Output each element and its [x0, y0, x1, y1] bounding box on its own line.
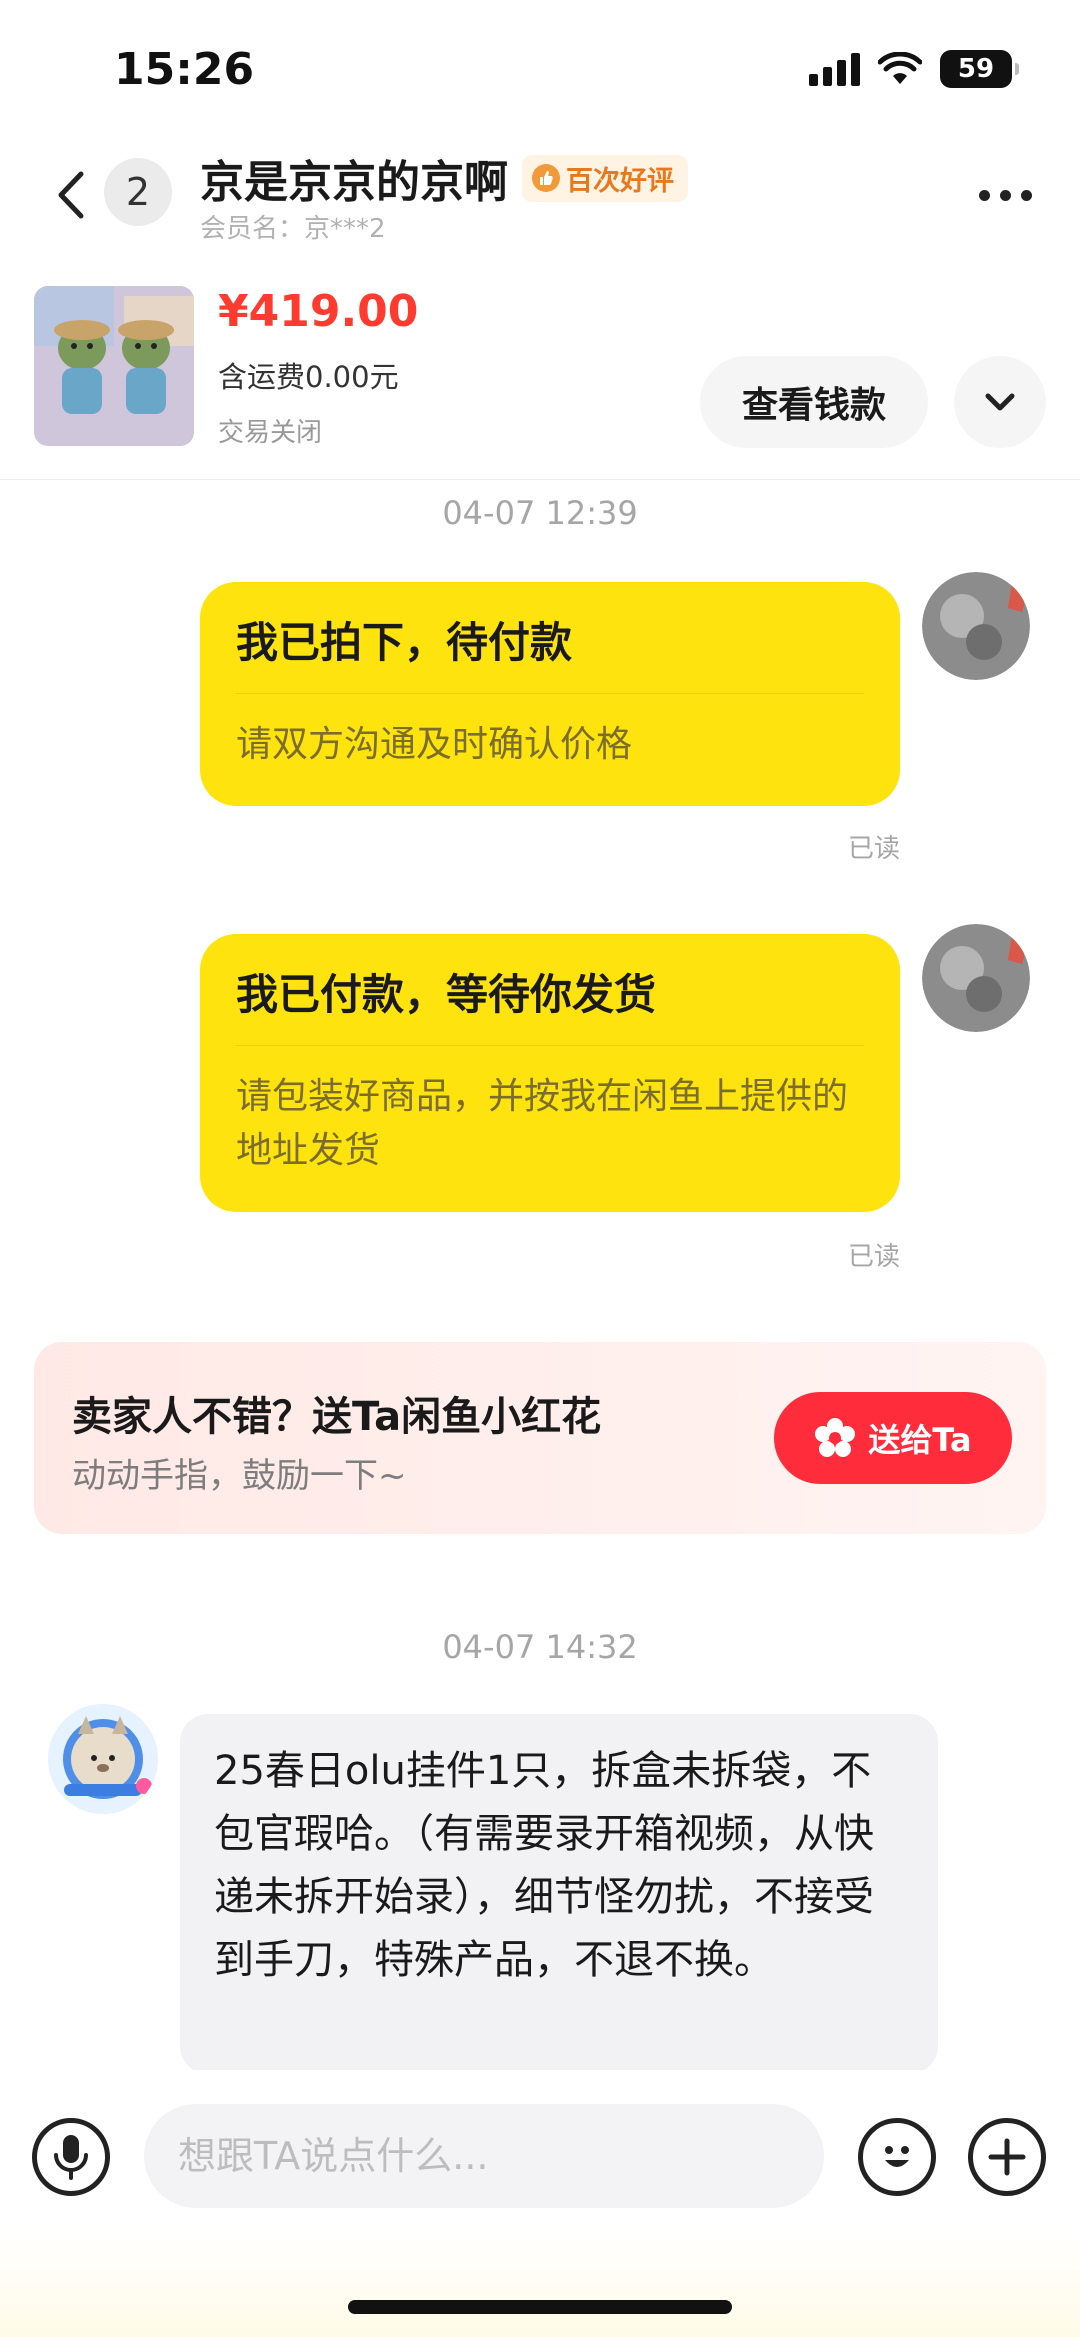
system-message-body: 请双方沟通及时确认价格	[236, 723, 633, 765]
more-actions-button[interactable]	[968, 2118, 1046, 2196]
system-message-title: 我已拍下，待付款	[236, 618, 573, 667]
flower-icon	[815, 1418, 856, 1457]
flower-card-title: 卖家人不错？送Ta闲鱼小红花	[72, 1394, 602, 1440]
chat-header: 2 京是京京的京啊 百次好评 会员名：京***2	[0, 130, 1080, 260]
system-message-title: 我已付款，等待你发货	[236, 970, 657, 1019]
seller-avatar[interactable]	[48, 1704, 158, 1814]
bubble-divider	[236, 692, 864, 694]
my-avatar[interactable]	[922, 924, 1030, 1032]
input-bar	[0, 2070, 1080, 2337]
rating-badge-label: 百次好评	[566, 165, 674, 197]
more-dots-icon	[1020, 189, 1032, 201]
read-status: 已读	[847, 1242, 900, 1272]
message-timestamp: 04-07 14:32	[442, 1628, 638, 1666]
product-price: ¥419.00	[218, 286, 419, 337]
microphone-icon	[54, 2135, 88, 2180]
system-message-bubble[interactable]: 我已拍下，待付款 请双方沟通及时确认价格	[200, 582, 900, 806]
system-message-body: 请包装好商品，并按我在闲鱼上提供的地址发货	[236, 1075, 849, 1171]
send-flower-button[interactable]: 送给Ta	[774, 1392, 1012, 1484]
plus-icon	[988, 2138, 1026, 2176]
more-dots-icon	[978, 189, 990, 201]
status-icons: 59	[809, 50, 1019, 88]
battery-icon: 59	[940, 50, 1019, 88]
product-thumbnail[interactable]	[34, 286, 194, 446]
message-timestamp: 04-07 12:39	[442, 494, 638, 532]
incoming-message-bubble[interactable]: 25春日olu挂件1只，拆盒未拆袋，不包官瑕哈。（有需要录开箱视频，从快递未拆开…	[180, 1714, 938, 2074]
wifi-icon	[878, 52, 922, 84]
send-flower-label: 送给Ta	[868, 1421, 972, 1459]
system-message-bubble[interactable]: 我已付款，等待你发货 请包装好商品，并按我在闲鱼上提供的地址发货	[200, 934, 900, 1212]
thumbs-up-icon	[532, 164, 560, 192]
chevron-left-icon	[58, 171, 84, 219]
emoji-button[interactable]	[858, 2118, 936, 2196]
chevron-down-icon	[985, 393, 1015, 411]
send-flower-card: 卖家人不错？送Ta闲鱼小红花 动动手指，鼓励一下~ 送给Ta	[34, 1342, 1046, 1534]
incoming-message-text: 25春日olu挂件1只，拆盒未拆袋，不包官瑕哈。（有需要录开箱视频，从快递未拆开…	[214, 1748, 874, 1983]
unread-count-badge[interactable]: 2	[104, 158, 172, 226]
contact-name[interactable]: 京是京京的京啊	[200, 146, 508, 210]
emoji-icon	[885, 2146, 909, 2167]
status-bar: 15:26 59	[0, 0, 1080, 130]
rating-badge[interactable]: 百次好评	[522, 154, 688, 202]
status-time: 15:26	[114, 44, 255, 95]
message-input[interactable]	[144, 2104, 824, 2208]
back-button[interactable]	[40, 160, 100, 230]
home-indicator[interactable]	[348, 2300, 732, 2314]
product-card[interactable]: ¥419.00 含运费0.00元 交易关闭 查看钱款	[0, 280, 1080, 480]
shipping-fee: 含运费0.00元	[218, 360, 399, 394]
voice-button[interactable]	[32, 2118, 110, 2196]
bubble-divider	[236, 1044, 864, 1046]
title-row: 京是京京的京啊 百次好评	[200, 146, 688, 210]
more-options-button[interactable]	[970, 170, 1040, 220]
trade-status: 交易关闭	[218, 418, 323, 448]
view-money-button[interactable]: 查看钱款	[700, 356, 928, 448]
cellular-signal-icon	[809, 52, 860, 86]
expand-button[interactable]	[954, 356, 1046, 448]
my-avatar[interactable]	[922, 572, 1030, 680]
member-name: 会员名：京***2	[200, 214, 386, 244]
flower-card-subtitle: 动动手指，鼓励一下~	[72, 1456, 407, 1496]
read-status: 已读	[847, 834, 900, 864]
more-dots-icon	[999, 189, 1011, 201]
